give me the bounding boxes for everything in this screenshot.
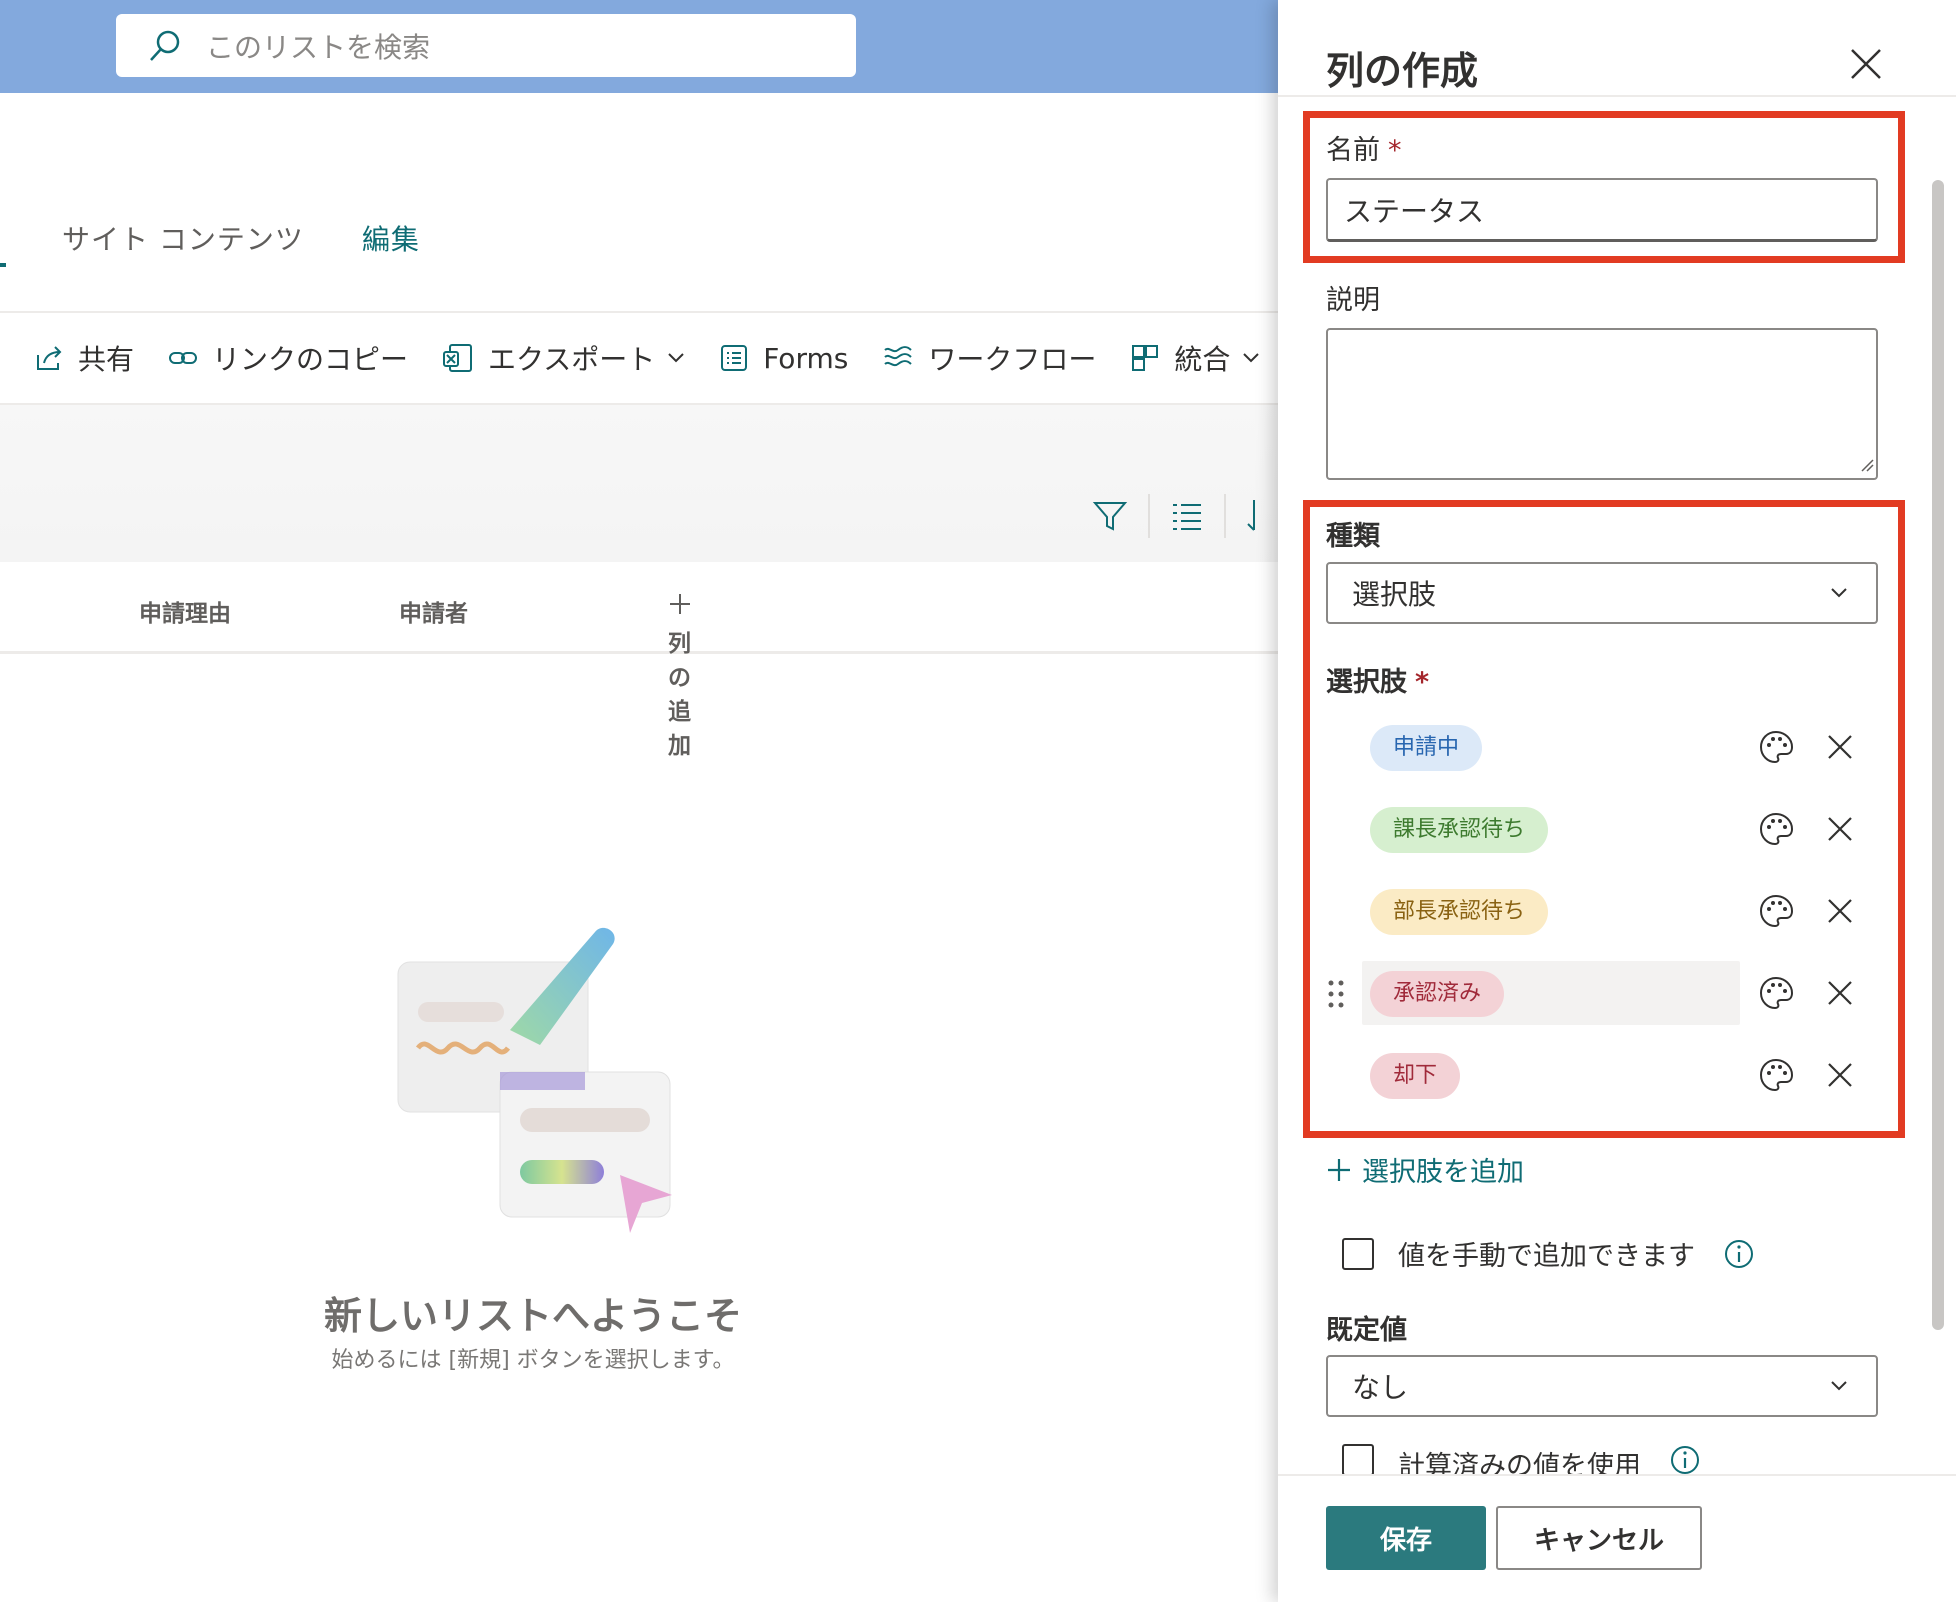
chevron-down-icon	[1243, 353, 1260, 363]
calculated-value-label: 計算済みの値を使用	[1398, 1451, 1641, 1474]
link-icon	[169, 352, 198, 364]
description-label: 説明	[1326, 285, 1380, 316]
create-column-panel: 列の作成 名前 * ステータス 説明 種類 選択肢 選択肢 * 申請中 課長承認待ち…	[1278, 0, 1956, 1602]
cancel-button[interactable]: キャンセル	[1496, 1506, 1702, 1570]
default-value-selected: なし	[1352, 1371, 1409, 1404]
add-choice-button[interactable]: 選択肢を追加	[1326, 1150, 1524, 1189]
calculated-value-checkbox[interactable]	[1342, 1444, 1374, 1474]
column-header-row: 申請理由 申請者 列の追加	[0, 562, 1278, 759]
integrate-icon	[1132, 345, 1159, 371]
plus-icon	[670, 594, 690, 614]
export-label: エクスポート	[488, 343, 656, 376]
share-button[interactable]: 共有	[34, 338, 134, 378]
add-choice-label: 選択肢を追加	[1362, 1157, 1524, 1188]
nav-site-contents[interactable]: サイト コンテンツ	[62, 218, 304, 258]
default-value-label: 既定値	[1326, 1315, 1407, 1346]
description-textarea[interactable]	[1326, 328, 1878, 480]
chevron-down-icon	[668, 353, 684, 363]
integrate-button[interactable]: 統合	[1130, 338, 1260, 378]
manual-values-option: 値を手動で追加できます	[1342, 1234, 1755, 1273]
panel-footer-divider	[1278, 1474, 1956, 1476]
share-label: 共有	[78, 343, 135, 376]
view-tools	[1092, 494, 1262, 538]
workflow-button[interactable]: ワークフロー	[882, 338, 1096, 378]
toolbar-divider	[1148, 494, 1150, 538]
toolbar-divider	[1224, 494, 1226, 538]
site-nav: サイト コンテンツ 編集	[0, 211, 420, 265]
forms-icon	[721, 345, 748, 371]
plus-icon	[1328, 1158, 1350, 1181]
workflow-label: ワークフロー	[928, 343, 1097, 376]
workflow-icon	[884, 346, 913, 367]
suite-header: このリストを検索	[0, 0, 1278, 93]
highlight-frame-type-choices	[1303, 500, 1905, 1138]
column-header-applicant[interactable]: 申請者	[399, 594, 468, 628]
panel-title: 列の作成	[1326, 49, 1479, 93]
empty-state-subtitle: 始めるには [新規] ボタンを選択します。	[331, 1348, 735, 1373]
copy-link-label: リンクのコピー	[212, 343, 409, 376]
calculated-value-option: 計算済みの値を使用	[1342, 1444, 1701, 1474]
view-bar	[0, 405, 1278, 562]
highlight-frame-name	[1303, 111, 1905, 263]
column-header-reason[interactable]: 申請理由	[139, 594, 231, 628]
add-column-button[interactable]: 列の追加	[668, 592, 710, 759]
resize-handle-icon[interactable]	[1860, 458, 1874, 472]
excel-icon	[443, 344, 473, 372]
manual-values-checkbox[interactable]	[1342, 1237, 1374, 1270]
search-icon	[150, 30, 180, 61]
empty-state-title: 新しいリストへようこそ	[323, 1294, 742, 1338]
info-icon[interactable]	[1723, 1238, 1755, 1270]
share-icon	[37, 346, 62, 370]
nav-edit-link[interactable]: 編集	[362, 218, 420, 258]
default-value-dropdown[interactable]: なし	[1326, 1355, 1878, 1417]
view-options-icon[interactable]	[1170, 499, 1204, 533]
save-button[interactable]: 保存	[1326, 1506, 1486, 1570]
manual-values-label: 値を手動で追加できます	[1398, 1241, 1695, 1272]
panel-header-divider	[1278, 95, 1956, 97]
command-bar: 共有 リンクのコピー エクスポート Forms ワークフロー 統合	[0, 311, 1278, 405]
chevron-down-icon	[1831, 1381, 1847, 1391]
info-icon[interactable]	[1669, 1444, 1701, 1474]
filter-icon[interactable]	[1092, 498, 1128, 534]
search-placeholder: このリストを検索	[206, 30, 431, 64]
panel-scrollbar[interactable]	[1932, 180, 1944, 1330]
integrate-label: 統合	[1174, 343, 1231, 376]
close-icon[interactable]	[1848, 46, 1884, 82]
copy-link-button[interactable]: リンクのコピー	[168, 338, 408, 378]
export-button[interactable]: エクスポート	[442, 338, 685, 378]
sort-icon[interactable]	[1246, 498, 1262, 534]
forms-button[interactable]: Forms	[719, 342, 848, 375]
search-box[interactable]: このリストを検索	[116, 14, 856, 77]
add-column-label: 列の追加	[668, 631, 691, 759]
list-page: サイト コンテンツ 編集 共有 リンクのコピー エクスポート Forms ワーク…	[0, 93, 1278, 1602]
forms-label: Forms	[763, 341, 849, 375]
empty-list-illustration	[397, 927, 672, 1233]
